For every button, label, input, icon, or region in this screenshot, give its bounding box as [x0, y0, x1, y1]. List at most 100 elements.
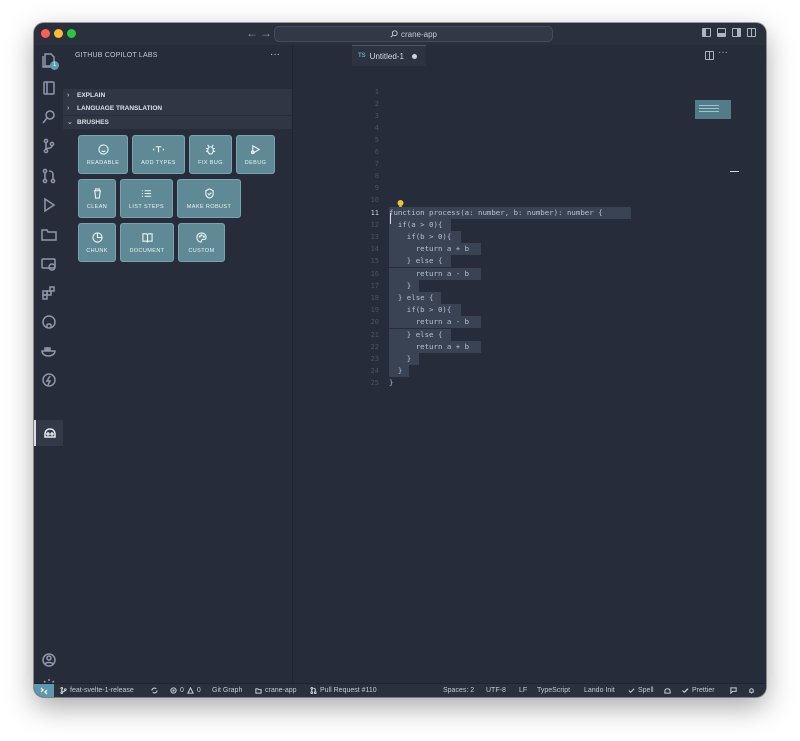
layout-controls [702, 28, 756, 37]
extensions-icon[interactable] [34, 280, 63, 306]
debug-icon [250, 144, 261, 154]
problems-status[interactable]: 0 0 [170, 684, 201, 697]
lando-status[interactable]: Lando Init [584, 684, 615, 697]
close-window-button[interactable] [41, 29, 50, 38]
folder-icon[interactable] [34, 221, 63, 247]
pull-request-status[interactable]: Pull Request #110 [310, 684, 377, 697]
notebook-icon[interactable] [34, 75, 63, 101]
spaces-label: Spaces: 2 [443, 687, 475, 694]
git-graph-status[interactable]: Git Graph [212, 684, 242, 697]
line-number: 25 [370, 379, 379, 387]
chevron-right-icon: › [67, 104, 70, 112]
brush-clean-button[interactable]: CLEAN [78, 179, 116, 218]
eol-label: LF [519, 687, 528, 694]
code-line: } [389, 378, 394, 387]
language-status[interactable]: TypeScript [537, 684, 570, 697]
minimap-slider[interactable] [695, 100, 731, 119]
brush-debug-button[interactable]: DEBUG [236, 135, 275, 174]
line-number: 23 [370, 355, 379, 363]
project-status[interactable]: crane-app [255, 684, 297, 697]
editor-tab-bar: TS Untitled-1 ··· [293, 45, 766, 66]
brush-make-robust-button[interactable]: MAKE ROBUST [177, 179, 241, 218]
pull-requests-icon[interactable] [34, 163, 63, 189]
brush-readable-button[interactable]: READABLE [78, 135, 128, 174]
status-bar: feat-svelte-1-release 0 0 Git Graph cran… [34, 683, 766, 697]
remote-indicator[interactable] [34, 684, 54, 697]
section-brushes[interactable]: ⌄ BRUSHES [63, 116, 292, 129]
run-debug-icon[interactable] [34, 192, 63, 218]
brush-add-types-button[interactable]: ADD TYPES [132, 135, 185, 174]
editor-more-actions[interactable]: ··· [718, 47, 728, 58]
feedback-status[interactable] [730, 684, 737, 697]
branch-status[interactable]: feat-svelte-1-release [60, 684, 134, 697]
line-number: 1 [374, 88, 379, 96]
remote-explorer-icon[interactable] [34, 251, 63, 277]
brush-chunk-button[interactable]: CHUNK [78, 223, 116, 262]
zoom-window-button[interactable] [67, 29, 76, 38]
notifications-status[interactable] [748, 684, 755, 697]
section-brushes-label: BRUSHES [77, 119, 109, 126]
forward-arrow-icon[interactable]: → [260, 26, 272, 40]
list-icon [141, 189, 152, 197]
error-icon [170, 687, 177, 694]
bell-icon [749, 688, 754, 694]
prettier-status[interactable]: Prettier [682, 684, 715, 697]
brush-custom-button[interactable]: CUSTOM [178, 223, 225, 262]
shield-icon [204, 187, 214, 199]
tab-title: Untitled-1 [369, 51, 404, 61]
command-center-search[interactable]: crane-app [274, 26, 553, 42]
folder-icon [255, 688, 262, 694]
toggle-primary-sidebar-icon[interactable] [702, 28, 711, 37]
brush-label: CLEAN [86, 203, 108, 210]
editor-area: TS Untitled-1 ··· 1 2 3 4 5 6 7 8 9 10 1… [293, 45, 766, 683]
customize-layout-icon[interactable] [747, 28, 756, 37]
line-number: 18 [370, 294, 379, 302]
copilot-status[interactable] [664, 684, 671, 697]
check-icon [628, 688, 635, 693]
brush-fix-bug-button[interactable]: FIX BUG [189, 135, 232, 174]
section-explain-label: EXPLAIN [77, 92, 106, 99]
source-control-icon[interactable] [34, 133, 63, 159]
branch-name: feat-svelte-1-release [70, 687, 134, 694]
indentation-status[interactable]: Spaces: 2 [443, 684, 474, 697]
unsaved-dot-icon[interactable] [411, 53, 417, 59]
lando-label: Lando Init [584, 687, 615, 694]
tab-untitled-1[interactable]: TS Untitled-1 [352, 45, 426, 66]
code-line: function process(a: number, b: number): … [389, 208, 603, 217]
back-arrow-icon[interactable]: ← [246, 26, 258, 40]
code-line: return a - b [389, 317, 470, 326]
minimize-window-button[interactable] [54, 29, 63, 38]
text-cursor [390, 213, 391, 224]
chevron-down-icon: ⌄ [67, 118, 73, 126]
bug-icon [205, 144, 216, 155]
eol-status[interactable]: LF [519, 684, 527, 697]
git-branch-icon [60, 687, 67, 694]
search-sidebar-icon[interactable] [34, 104, 63, 130]
docker-icon[interactable] [34, 338, 63, 364]
brush-list-steps-button[interactable]: LIST STEPS [120, 179, 173, 218]
encoding-status[interactable]: UTF-8 [486, 684, 506, 697]
brush-label: CUSTOM [188, 247, 215, 254]
brush-document-button[interactable]: DOCUMENT [120, 223, 174, 262]
line-number: 10 [370, 196, 379, 204]
explorer-icon[interactable]: 1 [34, 47, 63, 73]
sidebar-more-actions[interactable]: ··· [270, 49, 280, 60]
accounts-icon[interactable] [34, 647, 63, 673]
copilot-labs-icon[interactable] [34, 420, 63, 446]
warnings-count: 0 [196, 687, 201, 694]
brush-label: FIX BUG [198, 159, 223, 166]
double-check-icon [682, 688, 689, 693]
line-number: 24 [370, 367, 379, 375]
search-icon [390, 30, 398, 38]
sync-status[interactable] [151, 684, 158, 697]
toggle-panel-icon[interactable] [717, 28, 726, 37]
section-language-translation[interactable]: › LANGUAGE TRANSLATION [63, 102, 292, 115]
lightning-icon[interactable] [34, 367, 63, 393]
spell-status[interactable]: Spell [628, 684, 654, 697]
code-line: } [389, 366, 403, 375]
split-editor-icon[interactable] [705, 51, 714, 60]
pull-request-label: Pull Request #110 [320, 687, 377, 694]
section-explain[interactable]: › EXPLAIN [63, 89, 292, 102]
toggle-secondary-sidebar-icon[interactable] [732, 28, 741, 37]
github-icon[interactable] [34, 309, 63, 335]
